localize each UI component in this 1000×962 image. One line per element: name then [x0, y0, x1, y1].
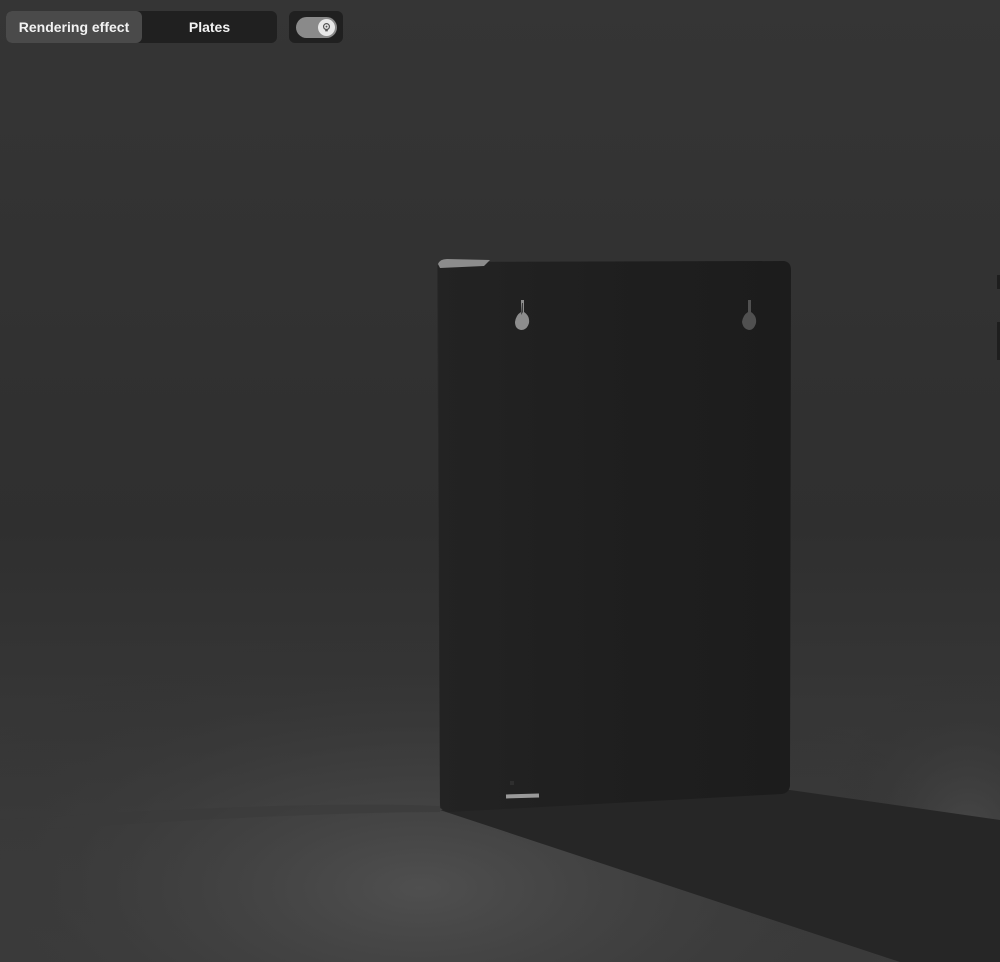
light-toggle[interactable] — [289, 11, 343, 43]
tab-rendering-effect[interactable]: Rendering effect — [6, 11, 142, 43]
view-mode-switch: Rendering effect Plates — [6, 11, 277, 43]
tab-plates[interactable]: Plates — [142, 11, 277, 43]
bottom-mark — [510, 781, 514, 785]
view-toolbar: Rendering effect Plates — [6, 11, 343, 43]
plate-body — [438, 261, 791, 812]
light-toggle-knob — [317, 18, 335, 36]
render-scene — [0, 0, 1000, 962]
3d-viewport[interactable]: Rendering effect Plates — [0, 0, 1000, 962]
light-toggle-track — [295, 16, 337, 38]
lightbulb-icon — [322, 22, 330, 31]
